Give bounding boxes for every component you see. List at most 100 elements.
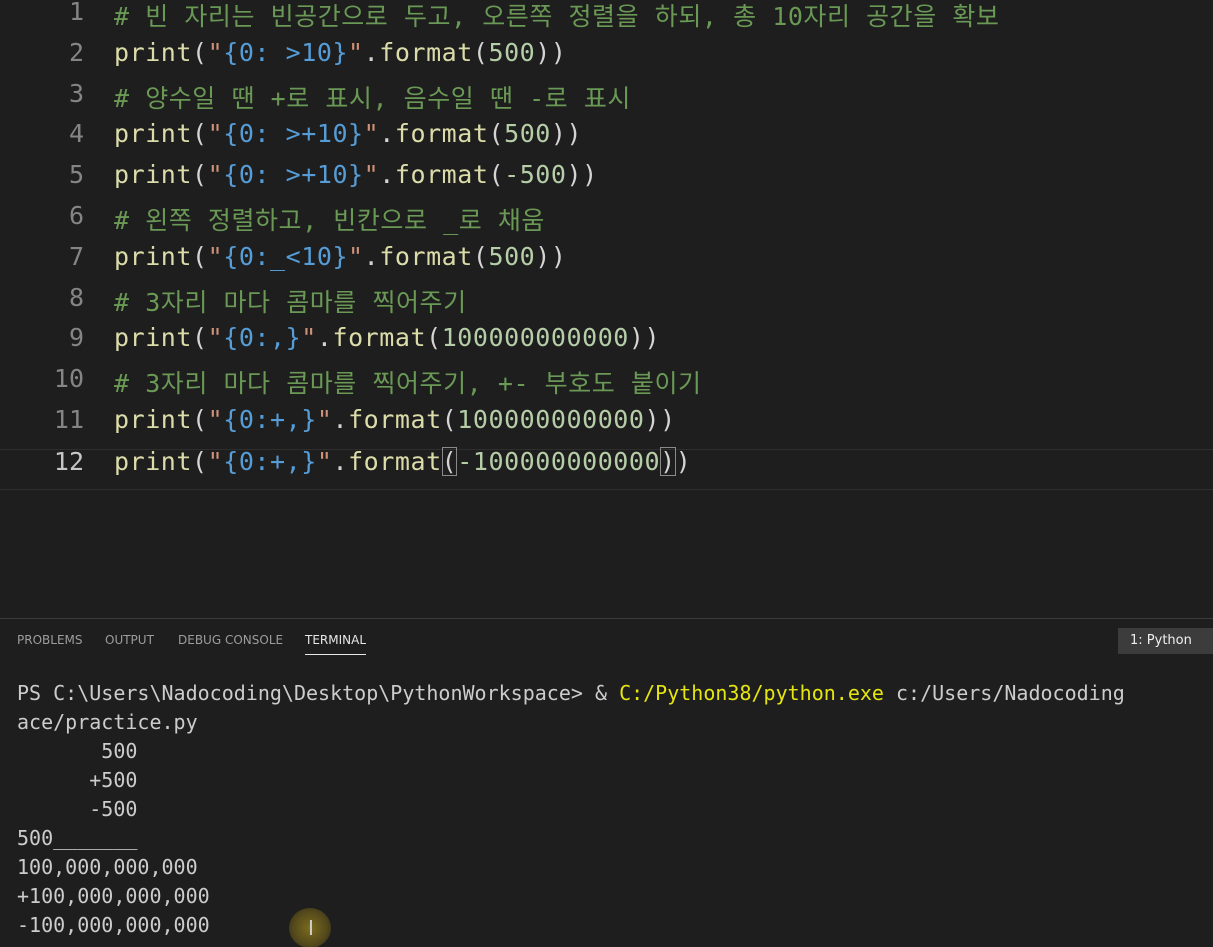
code-text: print("{0: >+10}".format(500)) <box>114 119 582 148</box>
code-token: {0:,} <box>223 323 302 353</box>
code-token: ( <box>192 323 208 353</box>
tab-problems[interactable]: PROBLEMS <box>17 633 83 654</box>
code-token: {0: >10} <box>223 37 349 67</box>
code-comment: # 왼쪽 정렬하고, 빈칸으로 _로 채움 <box>114 206 545 235</box>
code-token: format <box>379 37 473 67</box>
code-line[interactable]: 6 # 왼쪽 정렬하고, 빈칸으로 _로 채움 <box>0 201 1213 245</box>
code-line[interactable]: 12 print("{0:+,}".format(-100000000000)) <box>0 446 1213 490</box>
tab-debug-console[interactable]: DEBUG CONSOLE <box>178 633 283 654</box>
code-token: ( <box>192 37 208 67</box>
code-token: 100000000000 <box>457 405 645 434</box>
code-line[interactable]: 7 print("{0:_<10}".format(500)) <box>0 242 1213 286</box>
terminal-output-line: 100,000,000,000 <box>17 855 198 879</box>
code-token: ( <box>192 119 208 149</box>
code-token: format <box>394 160 489 190</box>
terminal-output-line: 500_______ <box>17 826 138 850</box>
code-token: " <box>363 160 380 190</box>
code-text: # 양수일 땐 +로 표시, 음수일 땐 -로 표시 <box>114 79 631 115</box>
code-token: {0:_<10} <box>223 241 349 271</box>
code-token: print <box>114 160 193 190</box>
code-token: " <box>207 446 224 476</box>
terminal-selector-dropdown[interactable]: 1: Python <box>1118 628 1213 654</box>
code-token: )) <box>644 405 676 434</box>
code-token: ( <box>441 405 458 434</box>
code-token: format <box>332 323 427 353</box>
code-text: print("{0: >10}".format(500)) <box>114 38 567 67</box>
code-token: " <box>207 241 224 271</box>
line-number: 5 <box>68 160 84 190</box>
terminal-command-line: PS C:\Users\Nadocoding\Desktop\PythonWor… <box>17 681 1125 710</box>
code-token: ( <box>472 37 489 67</box>
code-token: . <box>379 119 395 149</box>
code-comment: # 3자리 마다 콤마를 찍어주기 <box>114 287 467 317</box>
code-line[interactable]: 3 # 양수일 땐 +로 표시, 음수일 땐 -로 표시 <box>0 79 1213 123</box>
code-token: " <box>207 119 224 149</box>
code-token: 100000000000 <box>441 323 629 353</box>
code-token: ( <box>488 119 505 149</box>
code-token: {0:+,} <box>223 446 317 476</box>
terminal-command-exe: C:/Python38/python.exe <box>619 681 884 705</box>
terminal-output-line: -100,000,000,000 <box>17 913 210 937</box>
code-text: # 3자리 마다 콤마를 찍어주기 <box>114 283 467 319</box>
code-text: # 3자리 마다 콤마를 찍어주기, +- 부호도 붙이기 <box>114 364 702 400</box>
code-token: -500 <box>504 160 567 190</box>
line-number: 11 <box>53 405 84 434</box>
code-token: ( <box>192 405 208 434</box>
code-text: print("{0:_<10}".format(500)) <box>114 242 567 271</box>
code-line[interactable]: 9 print("{0:,}".format(100000000000)) <box>0 323 1213 367</box>
code-token: )) <box>535 37 567 67</box>
code-token: . <box>379 160 395 190</box>
tab-terminal[interactable]: TERMINAL <box>305 633 367 655</box>
code-text: print("{0:+,}".format(-100000000000)) <box>114 446 692 476</box>
code-token: ( <box>426 323 442 353</box>
terminal-output[interactable]: PS C:\Users\Nadocoding\Desktop\PythonWor… <box>17 681 1213 947</box>
code-editor[interactable]: 1 # 빈 자리는 빈공간으로 두고, 오른쪽 정렬을 하되, 총 10자리 공간… <box>0 0 1213 618</box>
code-token: {0: >+10} <box>223 119 364 149</box>
line-number: 1 <box>68 0 84 26</box>
code-token: ( <box>441 446 458 476</box>
code-line[interactable]: 4 print("{0: >+10}".format(500)) <box>0 119 1213 163</box>
terminal-command-arg: c:/Users/Nadocoding <box>883 681 1125 705</box>
bottom-panel: PROBLEMS OUTPUT DEBUG CONSOLE TERMINAL 1… <box>0 618 1213 947</box>
terminal-command-wrap: ace/practice.py <box>17 710 198 734</box>
code-line[interactable]: 1 # 빈 자리는 빈공간으로 두고, 오른쪽 정렬을 하되, 총 10자리 공간… <box>0 0 1213 41</box>
code-line[interactable]: 2 print("{0: >10}".format(500)) <box>0 38 1213 82</box>
code-line[interactable]: 10 # 3자리 마다 콤마를 찍어주기, +- 부호도 붙이기 <box>0 364 1213 408</box>
code-token: )) <box>535 241 567 271</box>
panel-tab-bar: PROBLEMS OUTPUT DEBUG CONSOLE TERMINAL 1… <box>0 619 1213 663</box>
line-number: 9 <box>68 323 84 353</box>
code-token: . <box>332 405 349 434</box>
code-line[interactable]: 8 # 3자리 마다 콤마를 찍어주기 <box>0 283 1213 327</box>
tab-output[interactable]: OUTPUT <box>105 633 154 654</box>
code-token: " <box>301 323 317 353</box>
code-token: )) <box>566 160 598 190</box>
code-line[interactable]: 5 print("{0: >+10}".format(-500)) <box>0 160 1213 204</box>
terminal-output-line: +500 <box>17 768 138 792</box>
code-token: print <box>114 37 193 67</box>
code-token: {0: >+10} <box>223 160 364 190</box>
line-number: 12 <box>53 446 84 476</box>
line-number: 6 <box>68 201 84 230</box>
code-text: # 왼쪽 정렬하고, 빈칸으로 _로 채움 <box>114 201 545 237</box>
code-token: print <box>114 119 193 149</box>
line-number: 10 <box>53 364 84 394</box>
code-token: ( <box>192 241 208 271</box>
code-token: print <box>114 323 193 353</box>
code-token: ( <box>488 160 505 190</box>
code-line[interactable]: 11 print("{0:+,}".format(100000000000)) <box>0 405 1213 449</box>
code-comment: # 3자리 마다 콤마를 찍어주기, +- 부호도 붙이기 <box>114 369 702 399</box>
code-token: ) <box>660 446 676 476</box>
code-text: print("{0: >+10}".format(-500)) <box>114 160 598 189</box>
code-token: ) <box>675 446 692 476</box>
code-token: )) <box>628 323 661 353</box>
code-token: {0:+,} <box>223 405 317 434</box>
code-token: " <box>207 323 224 353</box>
text-cursor-icon: I <box>308 916 314 940</box>
code-token: 500 <box>488 37 536 67</box>
code-token: print <box>114 241 193 271</box>
code-token: " <box>363 119 380 149</box>
code-token: " <box>316 446 333 476</box>
code-token: format <box>394 119 489 149</box>
terminal-output-line: 500 <box>17 739 138 763</box>
code-comment: # 빈 자리는 빈공간으로 두고, 오른쪽 정렬을 하되, 총 10자리 공간을… <box>114 2 1000 31</box>
